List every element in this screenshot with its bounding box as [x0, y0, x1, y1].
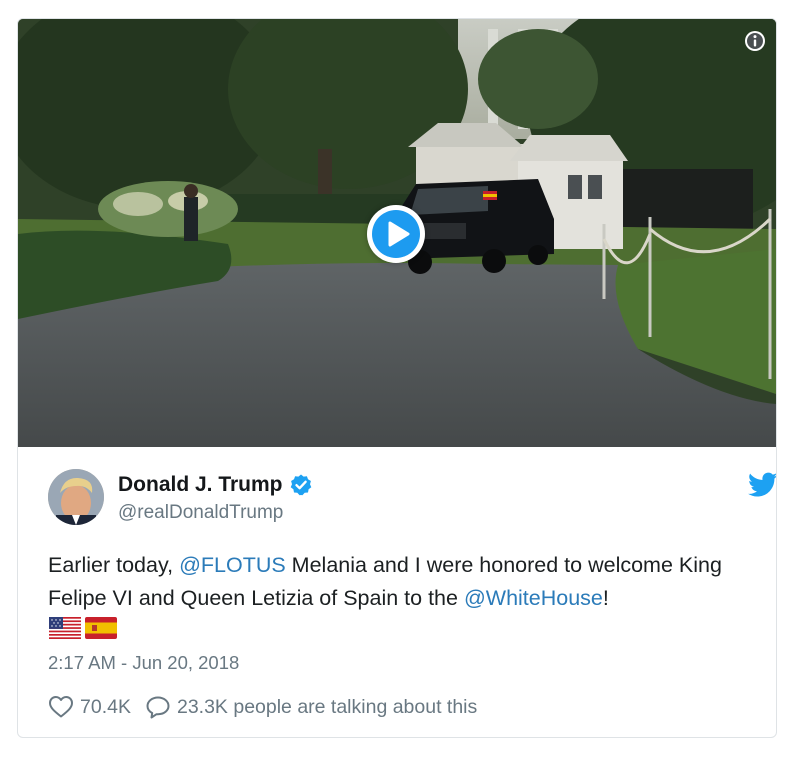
talking-count-text: 23.3K people are talking about this	[176, 695, 478, 718]
conversation-action[interactable]: 23.3K people are talking about this	[145, 695, 477, 719]
play-icon	[388, 221, 410, 247]
info-icon[interactable]	[744, 30, 766, 52]
verified-badge-icon	[290, 474, 311, 496]
mention-whitehouse-link[interactable]: @WhiteHouse	[464, 586, 603, 610]
tweet-author: Donald J. Trump @realDonaldTrump	[48, 469, 776, 525]
tweet-text: Earlier today, @FLOTUS Melania and I wer…	[48, 549, 768, 615]
tweet-text-part1: Earlier today,	[48, 553, 180, 577]
like-count: 70.4K	[80, 695, 131, 718]
video-thumbnail[interactable]	[18, 19, 776, 447]
author-name[interactable]: Donald J. Trump	[118, 473, 283, 497]
tweet-actions: 70.4K 23.3K people are talking about thi…	[48, 693, 477, 721]
heart-icon	[49, 696, 73, 718]
embedded-tweet-card: Donald J. Trump @realDonaldTrump Earlier…	[17, 18, 777, 738]
spain-flag-icon	[85, 617, 117, 639]
speech-bubble-icon	[146, 696, 170, 719]
play-button[interactable]	[367, 205, 425, 263]
author-name-row: Donald J. Trump	[118, 472, 313, 498]
tweet-text-part3: !	[602, 586, 609, 610]
avatar[interactable]	[48, 469, 104, 525]
twitter-bird-icon[interactable]	[748, 472, 777, 498]
us-flag-icon	[49, 617, 81, 639]
like-action[interactable]: 70.4K	[48, 695, 131, 719]
flag-emojis	[49, 617, 117, 639]
mention-flotus-link[interactable]: @FLOTUS	[179, 553, 286, 577]
tweet-timestamp[interactable]: 2:17 AM - Jun 20, 2018	[48, 652, 239, 674]
author-handle[interactable]: @realDonaldTrump	[118, 502, 283, 524]
